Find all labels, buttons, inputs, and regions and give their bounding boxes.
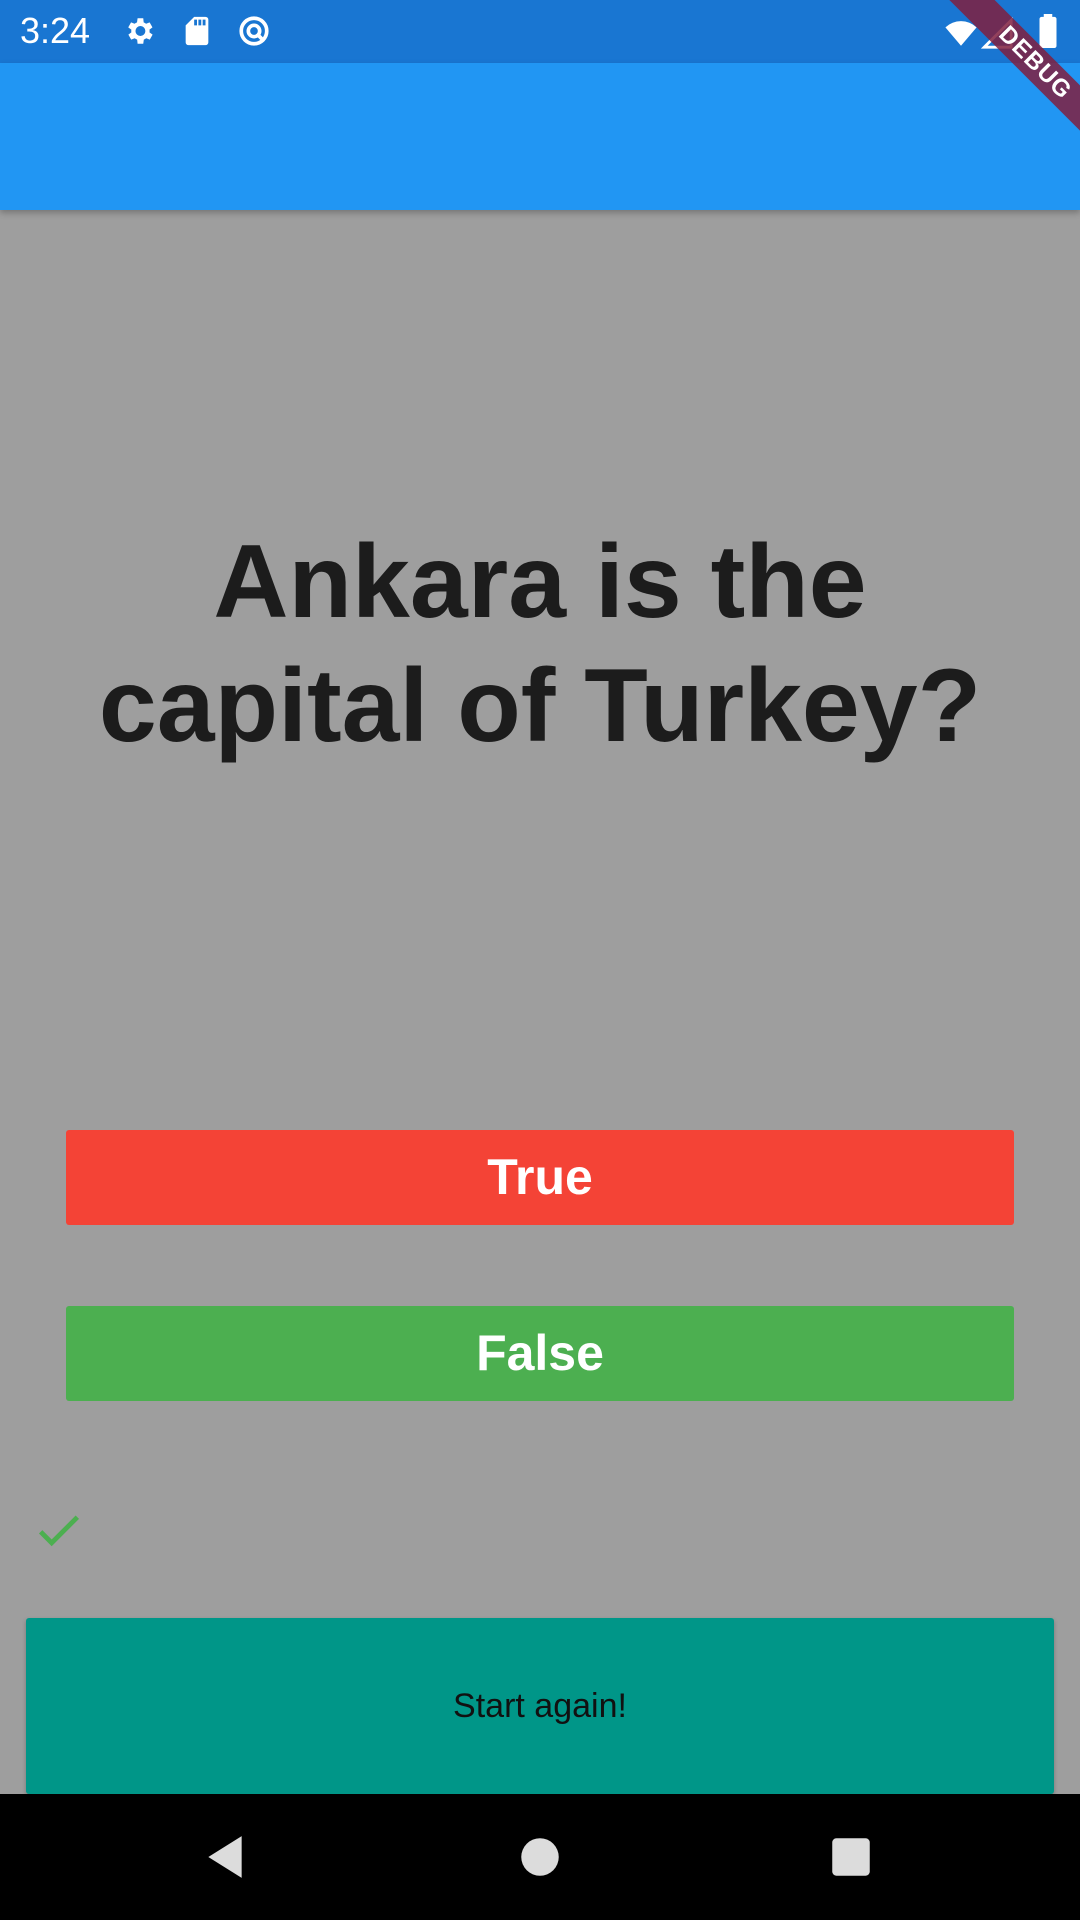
check-icon [34, 1508, 84, 1552]
true-button[interactable]: True [66, 1130, 1014, 1225]
recents-icon[interactable] [826, 1832, 876, 1882]
question-text: Ankara is the capital of Turkey? [98, 524, 982, 764]
gear-icon [122, 14, 156, 48]
battery-icon [1036, 14, 1060, 48]
sync-icon [237, 14, 271, 48]
app-bar [0, 63, 1080, 210]
status-time: 3:24 [20, 10, 91, 51]
status-bar: 3:24 [0, 0, 1080, 63]
navigation-bar [0, 1794, 1080, 1920]
signal-icon [980, 16, 1014, 50]
back-icon[interactable] [200, 1832, 250, 1882]
wifi-icon [944, 16, 978, 50]
home-icon[interactable] [515, 1832, 565, 1882]
sd-card-icon [180, 14, 214, 48]
false-button[interactable]: False [66, 1306, 1014, 1401]
start-again-button[interactable]: Start again! [26, 1618, 1054, 1794]
